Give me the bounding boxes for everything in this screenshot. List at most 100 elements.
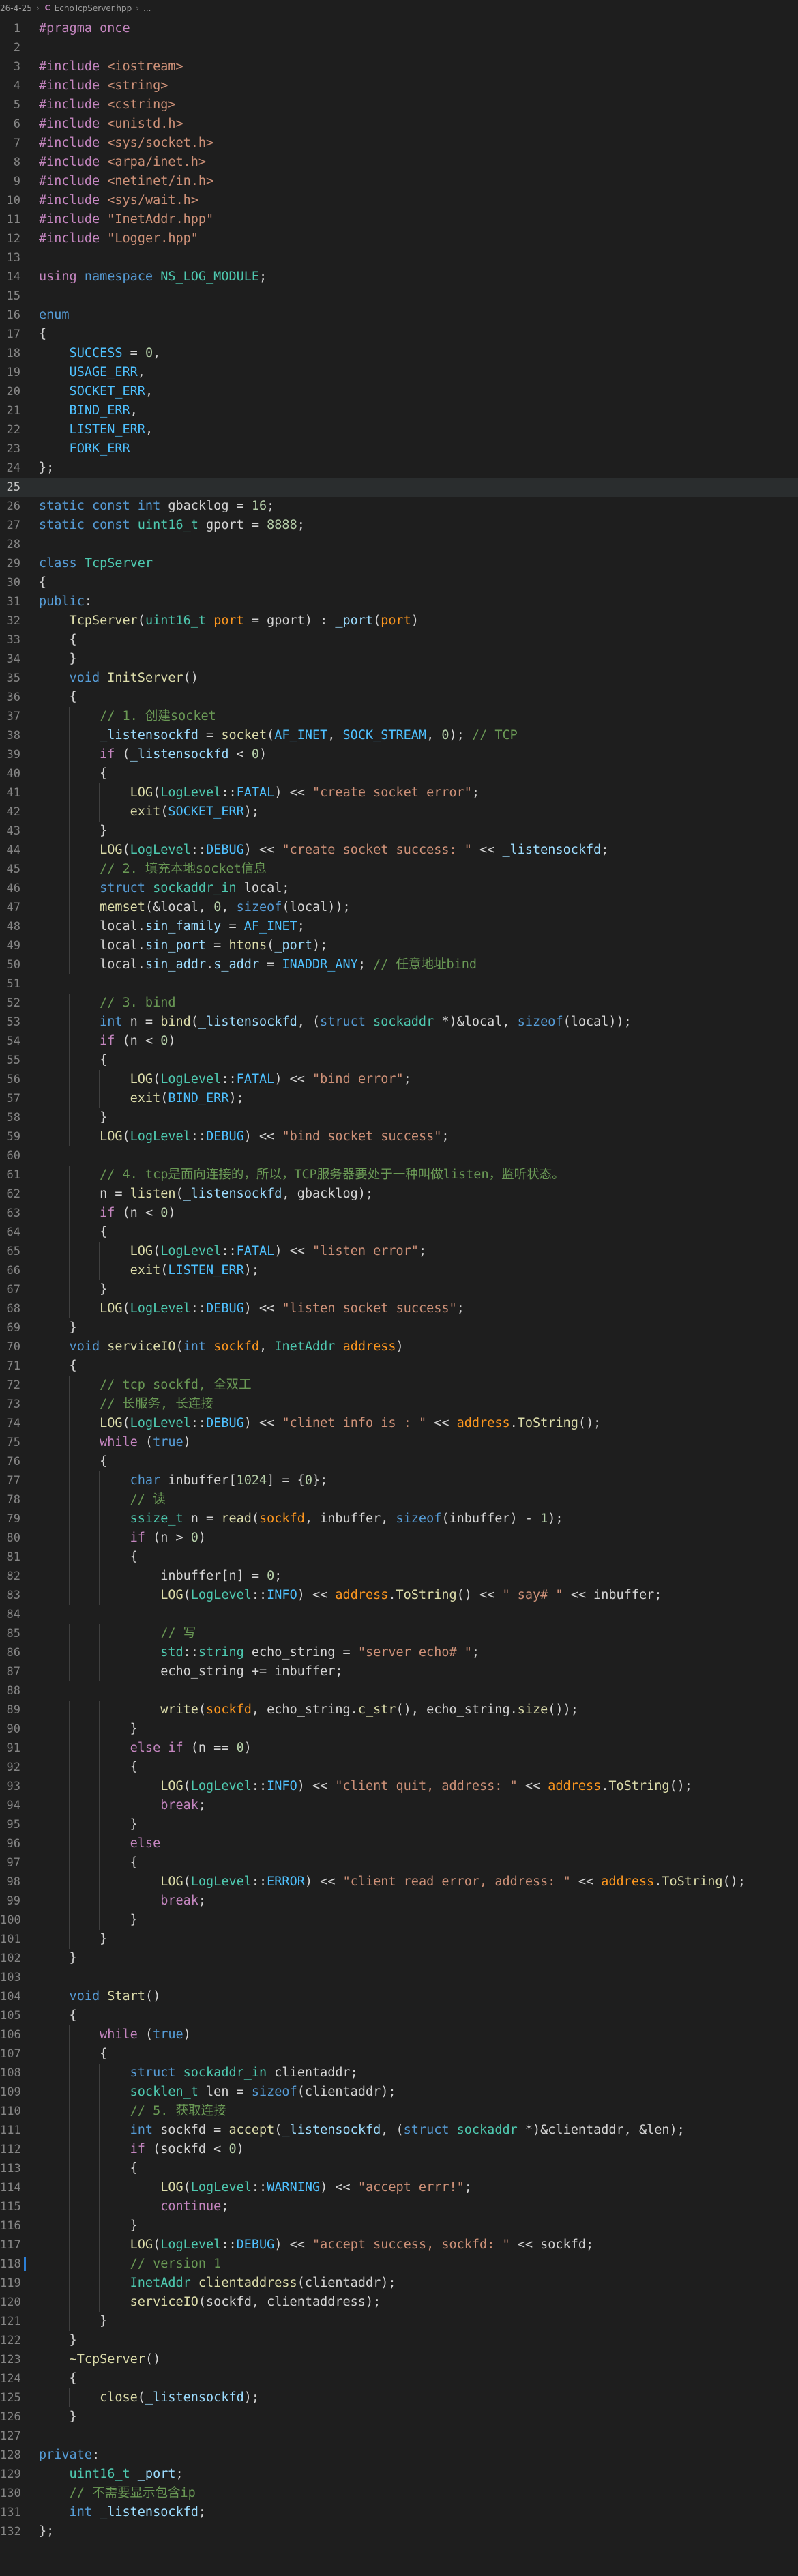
code-line[interactable]: 74 LOG(LogLevel::DEBUG) << "clinet info … bbox=[0, 1414, 798, 1433]
code-line[interactable]: 105 { bbox=[0, 2006, 798, 2025]
code-line[interactable]: 98 LOG(LogLevel::ERROR) << "client read … bbox=[0, 1872, 798, 1892]
code-line[interactable]: 123 ~TcpServer() bbox=[0, 2350, 798, 2369]
code-line[interactable]: 5 #include <cstring> bbox=[0, 96, 798, 115]
code-line[interactable]: 35 void InitServer() bbox=[0, 669, 798, 688]
code-editor[interactable]: 1 #pragma once 2 3 #include <iostream> 4 #incl… bbox=[0, 19, 798, 2576]
code-line[interactable]: 15 bbox=[0, 287, 798, 306]
code-line[interactable]: 40 { bbox=[0, 764, 798, 783]
code-line[interactable]: 32 TcpServer(uint16_t port = gport) : _p… bbox=[0, 611, 798, 631]
code-line[interactable]: 125 close(_listensockfd); bbox=[0, 2388, 798, 2407]
code-line[interactable]: 115 continue; bbox=[0, 2197, 798, 2216]
code-line[interactable]: 51 bbox=[0, 974, 798, 994]
code-line[interactable]: 131 int _listensockfd; bbox=[0, 2503, 798, 2522]
code-line[interactable]: 46 struct sockaddr_in local; bbox=[0, 879, 798, 898]
code-line[interactable]: 108 struct sockaddr_in clientaddr; bbox=[0, 2064, 798, 2083]
code-line[interactable]: 117 LOG(LogLevel::DEBUG) << "accept succ… bbox=[0, 2235, 798, 2255]
code-line[interactable]: 4 #include <string> bbox=[0, 76, 798, 96]
code-line[interactable]: 97 { bbox=[0, 1853, 798, 1872]
code-line[interactable]: 58 } bbox=[0, 1108, 798, 1127]
code-line[interactable]: 103 bbox=[0, 1968, 798, 1987]
code-line[interactable]: 26 static const int gbacklog = 16; bbox=[0, 497, 798, 516]
code-line[interactable]: 107 { bbox=[0, 2044, 798, 2064]
code-line[interactable]: 49 local.sin_port = htons(_port); bbox=[0, 936, 798, 955]
code-line[interactable]: 124 { bbox=[0, 2369, 798, 2388]
breadcrumb-symbol[interactable]: ... bbox=[143, 0, 151, 16]
code-line[interactable]: 116 } bbox=[0, 2216, 798, 2235]
code-line[interactable]: 20 SOCKET_ERR, bbox=[0, 382, 798, 401]
code-line[interactable]: 101 } bbox=[0, 1930, 798, 1949]
code-line[interactable]: 16 enum bbox=[0, 306, 798, 325]
code-line[interactable]: 81 { bbox=[0, 1548, 798, 1567]
code-line[interactable]: 65 LOG(LogLevel::FATAL) << "listen error… bbox=[0, 1242, 798, 1261]
code-line[interactable]: 69 } bbox=[0, 1318, 798, 1337]
code-line[interactable]: 99 break; bbox=[0, 1892, 798, 1911]
code-line[interactable]: 2 bbox=[0, 38, 798, 57]
code-line[interactable]: 33 { bbox=[0, 631, 798, 650]
code-line[interactable]: 3 #include <iostream> bbox=[0, 57, 798, 76]
code-line[interactable]: 122 } bbox=[0, 2331, 798, 2350]
code-line[interactable]: 85 // 写 bbox=[0, 1624, 798, 1643]
code-line[interactable]: 55 { bbox=[0, 1051, 798, 1070]
code-line[interactable]: 102 } bbox=[0, 1949, 798, 1968]
code-line[interactable]: 60 bbox=[0, 1146, 798, 1166]
code-line[interactable]: 84 bbox=[0, 1605, 798, 1624]
code-line[interactable]: 31 public: bbox=[0, 592, 798, 611]
code-line[interactable]: 78 // 读 bbox=[0, 1490, 798, 1509]
code-line[interactable]: 77 char inbuffer[1024] = {0}; bbox=[0, 1471, 798, 1490]
code-line[interactable]: 67 } bbox=[0, 1280, 798, 1299]
code-line[interactable]: 11 #include "InetAddr.hpp" bbox=[0, 210, 798, 229]
code-line[interactable]: 54 if (n < 0) bbox=[0, 1032, 798, 1051]
code-line[interactable]: 68 LOG(LogLevel::DEBUG) << "listen socke… bbox=[0, 1299, 798, 1318]
code-line[interactable]: 93 LOG(LogLevel::INFO) << "client quit, … bbox=[0, 1777, 798, 1796]
code-line[interactable]: 73 // 长服务, 长连接 bbox=[0, 1395, 798, 1414]
code-line[interactable]: 25 bbox=[0, 478, 798, 497]
code-line[interactable]: 111 int sockfd = accept(_listensockfd, (… bbox=[0, 2121, 798, 2140]
code-line[interactable]: 6 #include <unistd.h> bbox=[0, 115, 798, 134]
code-line[interactable]: 64 { bbox=[0, 1223, 798, 1242]
code-line[interactable]: 104 void Start() bbox=[0, 1987, 798, 2006]
code-line[interactable]: 86 std::string echo_string = "server ech… bbox=[0, 1643, 798, 1662]
code-line[interactable]: 44 LOG(LogLevel::DEBUG) << "create socke… bbox=[0, 841, 798, 860]
code-line[interactable]: 23 FORK_ERR bbox=[0, 439, 798, 459]
code-line[interactable]: 21 BIND_ERR, bbox=[0, 401, 798, 420]
code-line[interactable]: 29 class TcpServer bbox=[0, 554, 798, 573]
code-line[interactable]: 57 exit(BIND_ERR); bbox=[0, 1089, 798, 1108]
code-line[interactable]: 132}; bbox=[0, 2522, 798, 2541]
code-line[interactable]: 56 LOG(LogLevel::FATAL) << "bind error"; bbox=[0, 1070, 798, 1089]
code-line[interactable]: 19 USAGE_ERR, bbox=[0, 363, 798, 382]
code-line[interactable]: 36 { bbox=[0, 688, 798, 707]
code-line[interactable]: 126 } bbox=[0, 2407, 798, 2427]
code-line[interactable]: 48 local.sin_family = AF_INET; bbox=[0, 917, 798, 936]
code-line[interactable]: 71 { bbox=[0, 1357, 798, 1376]
code-line[interactable]: 22 LISTEN_ERR, bbox=[0, 420, 798, 439]
code-line[interactable]: 114 LOG(LogLevel::WARNING) << "accept er… bbox=[0, 2178, 798, 2197]
code-line[interactable]: 87 echo_string += inbuffer; bbox=[0, 1662, 798, 1681]
code-line[interactable]: 1 #pragma once bbox=[0, 19, 798, 38]
code-line[interactable]: 80 if (n > 0) bbox=[0, 1529, 798, 1548]
code-line[interactable]: 47 memset(&local, 0, sizeof(local)); bbox=[0, 898, 798, 917]
code-line[interactable]: 27 static const uint16_t gport = 8888; bbox=[0, 516, 798, 535]
code-line[interactable]: 76 { bbox=[0, 1452, 798, 1471]
code-line[interactable]: 61 // 4. tcp是面向连接的，所以，TCP服务器要处于一种叫做liste… bbox=[0, 1166, 798, 1185]
code-line[interactable]: 88 bbox=[0, 1681, 798, 1701]
code-line[interactable]: 79 ssize_t n = read(sockfd, inbuffer, si… bbox=[0, 1509, 798, 1529]
code-line[interactable]: 121 } bbox=[0, 2312, 798, 2331]
code-line[interactable]: 59 LOG(LogLevel::DEBUG) << "bind socket … bbox=[0, 1127, 798, 1146]
breadcrumb-file[interactable]: EchoTcpServer.hpp bbox=[55, 0, 132, 16]
code-line[interactable]: 75 while (true) bbox=[0, 1433, 798, 1452]
code-line[interactable]: 66 exit(LISTEN_ERR); bbox=[0, 1261, 798, 1280]
code-line[interactable]: 94 break; bbox=[0, 1796, 798, 1815]
code-line[interactable]: 18 SUCCESS = 0, bbox=[0, 344, 798, 363]
code-line[interactable]: 34 } bbox=[0, 650, 798, 669]
code-line[interactable]: 10 #include <sys/wait.h> bbox=[0, 191, 798, 210]
code-line[interactable]: 92 { bbox=[0, 1758, 798, 1777]
code-line[interactable]: 37 // 1. 创建socket bbox=[0, 707, 798, 726]
code-line[interactable]: 127 bbox=[0, 2427, 798, 2446]
code-line[interactable]: 113 { bbox=[0, 2159, 798, 2178]
code-line[interactable]: 14 using namespace NS_LOG_MODULE; bbox=[0, 267, 798, 287]
code-line[interactable]: 52 // 3. bind bbox=[0, 994, 798, 1013]
code-line[interactable]: 62 n = listen(_listensockfd, gbacklog); bbox=[0, 1185, 798, 1204]
code-line[interactable]: 110 // 5. 获取连接 bbox=[0, 2102, 798, 2121]
code-line[interactable]: 39 if (_listensockfd < 0) bbox=[0, 745, 798, 764]
code-line[interactable]: 100 } bbox=[0, 1911, 798, 1930]
